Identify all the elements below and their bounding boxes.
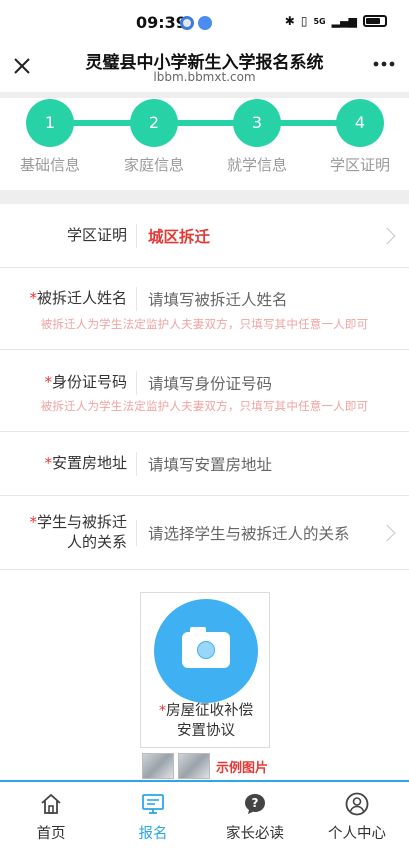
nav-profile[interactable]: 个人中心	[306, 782, 408, 850]
divider	[0, 190, 409, 204]
nav-parents-guide[interactable]: ? 家长必读	[204, 782, 306, 850]
demolition-name-label: *被拆迁人姓名	[29, 288, 127, 308]
upload-card[interactable]: *房屋征收补偿 安置协议	[140, 592, 270, 748]
row-divider	[136, 520, 137, 546]
nav-home[interactable]: 首页	[0, 782, 102, 850]
id-number-input[interactable]: 请填写身份证号码	[148, 372, 272, 394]
district-proof-label: 学区证明	[66, 226, 127, 244]
more-icon	[373, 61, 395, 67]
relationship-label-line1: 学生与被拆迁	[36, 513, 127, 531]
required-mark: *	[29, 289, 37, 307]
nav-parents-guide-label: 家长必读	[226, 826, 284, 842]
district-proof-value[interactable]: 城区拆迁	[148, 225, 210, 247]
district-proof-row[interactable]: 学区证明 城区拆迁	[0, 204, 409, 268]
sample-images-label[interactable]: 示例图片	[216, 757, 268, 776]
required-mark: *	[44, 454, 52, 472]
relationship-label-line2: 人的关系	[66, 533, 127, 551]
resettlement-address-input[interactable]: 请填写安置房地址	[148, 453, 272, 475]
monitor-icon	[142, 794, 164, 814]
demolition-name-hint: 被拆迁人为学生法定监护人夫妻双方，只填写其中任意一人即可	[40, 317, 369, 331]
user-icon	[345, 792, 369, 816]
upload-label-line1: 房屋征收补偿	[166, 703, 254, 719]
vibrate-icon: ▯	[300, 14, 308, 28]
relationship-label: *学生与被拆迁 人的关系	[29, 512, 127, 552]
demolition-name-row: *被拆迁人姓名 请填写被拆迁人姓名 被拆迁人为学生法定监护人夫妻双方，只填写其中…	[0, 268, 409, 350]
demolition-name-label-text: 被拆迁人姓名	[36, 289, 127, 307]
step-1-label: 基础信息	[19, 156, 80, 174]
svg-text:?: ?	[252, 796, 259, 810]
id-number-hint: 被拆迁人为学生法定监护人夫妻双方，只填写其中任意一人即可	[40, 399, 369, 413]
question-icon: ?	[245, 794, 265, 814]
demolition-name-input[interactable]: 请填写被拆迁人姓名	[148, 288, 288, 310]
step-2[interactable]: 2	[130, 99, 178, 147]
camera-icon[interactable]	[154, 599, 258, 703]
upload-label: *房屋征收补偿 安置协议	[141, 701, 271, 741]
chevron-right-icon	[378, 227, 396, 245]
step-2-label: 家庭信息	[123, 156, 184, 174]
required-mark: *	[44, 373, 52, 391]
camera-lens-inner	[198, 642, 214, 658]
status-bar: 09:39 ✱ ▯ 5G ▂▄▆	[0, 0, 409, 44]
id-number-row: *身份证号码 请填写身份证号码 被拆迁人为学生法定监护人夫妻双方，只填写其中任意…	[0, 350, 409, 432]
app-header: 灵璧县中小学新生入学报名系统 lbbm.bbmxt.com	[0, 44, 409, 92]
nav-register[interactable]: 报名	[102, 782, 204, 850]
sample-thumbnail[interactable]	[178, 753, 210, 779]
row-divider	[136, 287, 137, 311]
step-connector	[50, 120, 360, 126]
nav-profile-label: 个人中心	[328, 826, 386, 842]
sample-images: 示例图片	[142, 752, 268, 780]
sample-thumbnail[interactable]	[142, 753, 174, 779]
signal-icon: ▂▄▆	[331, 14, 357, 28]
more-button[interactable]	[373, 52, 395, 82]
bottom-nav: 首页 报名 ? 家长必读 个人中心	[0, 780, 409, 850]
id-number-label: *身份证号码	[44, 372, 127, 392]
id-number-label-text: 身份证号码	[51, 373, 127, 391]
step-1[interactable]: 1	[26, 99, 74, 147]
step-4[interactable]: 4	[336, 99, 384, 147]
resettlement-address-label: *安置房地址	[44, 453, 127, 473]
bluetooth-icon: ✱	[284, 14, 295, 28]
resettlement-address-label-text: 安置房地址	[51, 454, 127, 472]
progress-stepper: 1 2 3 4 基础信息 家庭信息 就学信息 学区证明	[0, 98, 409, 190]
row-divider	[136, 452, 137, 476]
relationship-row[interactable]: *学生与被拆迁 人的关系 请选择学生与被拆迁人的关系	[0, 496, 409, 570]
upload-label-line2: 安置协议	[177, 723, 235, 739]
notification-icon	[180, 16, 194, 30]
nav-home-label: 首页	[36, 826, 66, 842]
message-icon	[198, 16, 212, 30]
step-4-label: 学区证明	[329, 156, 390, 174]
row-divider	[136, 371, 137, 395]
row-divider	[136, 224, 137, 248]
nav-register-label: 报名	[138, 826, 168, 842]
home-icon	[41, 793, 61, 814]
required-mark: *	[29, 513, 37, 531]
relationship-select[interactable]: 请选择学生与被拆迁人的关系	[148, 522, 350, 544]
battery-icon	[363, 15, 387, 27]
chevron-right-icon	[378, 524, 396, 542]
network-label: 5G	[313, 16, 326, 26]
status-right: ✱ ▯ 5G ▂▄▆	[285, 14, 387, 28]
step-3-label: 就学信息	[226, 156, 287, 174]
step-3[interactable]: 3	[233, 99, 281, 147]
page-url: lbbm.bbmxt.com	[153, 70, 256, 84]
resettlement-address-row: *安置房地址 请填写安置房地址	[0, 432, 409, 496]
